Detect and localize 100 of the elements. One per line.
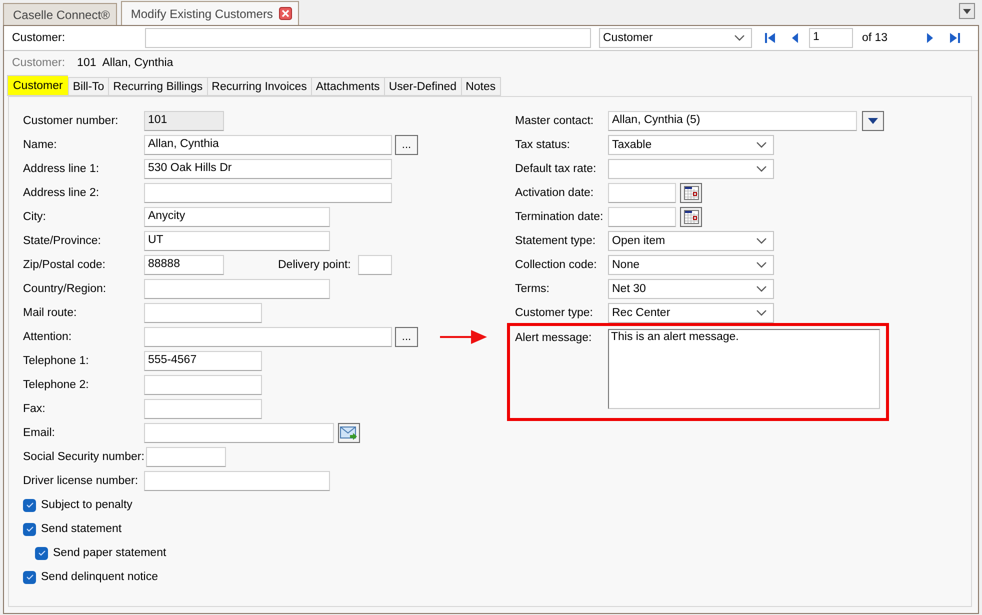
date-field[interactable] — [608, 207, 676, 227]
field-label: Customer number: — [23, 115, 120, 127]
chevron-down-icon — [734, 35, 745, 41]
first-record-icon[interactable] — [764, 32, 776, 44]
field-label: Name: — [23, 139, 58, 151]
search-field[interactable] — [145, 28, 591, 48]
alert-message-field[interactable]: This is an alert message. — [608, 329, 880, 409]
caret-down-icon — [963, 8, 971, 14]
readonly-field[interactable]: 101 — [144, 111, 224, 131]
text-field[interactable] — [358, 255, 392, 275]
envelope-icon — [340, 426, 358, 440]
field-label: Collection code: — [515, 259, 598, 271]
field-label: Telephone 2: — [23, 379, 90, 391]
dropdown[interactable]: Net 30 — [608, 279, 774, 299]
text-field[interactable]: 530 Oak Hills Dr — [144, 159, 392, 179]
field-label: Alert message: — [515, 331, 593, 346]
text-field[interactable] — [146, 447, 226, 467]
text-field[interactable] — [144, 327, 392, 347]
checkbox-label: Send statement — [41, 523, 122, 535]
arrow-icon — [440, 329, 487, 345]
field-label: Default tax rate: — [515, 163, 598, 175]
document-tab[interactable]: Caselle Connect® — [3, 3, 117, 25]
search-by-dropdown[interactable]: Customer — [599, 28, 752, 48]
field-label: Customer type: — [515, 307, 594, 319]
checkmark-icon — [26, 502, 34, 508]
tab[interactable]: Notes — [460, 77, 501, 96]
text-field[interactable]: 88888 — [144, 255, 224, 275]
customer-number: 101 — [77, 57, 96, 69]
lookup-button[interactable]: ... — [395, 135, 418, 155]
checkbox[interactable] — [23, 570, 36, 584]
checkbox[interactable] — [35, 546, 48, 560]
dropdown[interactable]: None — [608, 255, 774, 275]
menu-button[interactable] — [959, 3, 975, 19]
field-label: City: — [23, 211, 47, 223]
text-field[interactable]: Allan, Cynthia (5) — [608, 111, 857, 131]
tab[interactable]: Recurring Invoices — [206, 77, 311, 96]
chevron-down-icon — [756, 238, 767, 244]
field-label: Address line 1: — [23, 163, 100, 175]
text-field[interactable] — [144, 183, 392, 203]
tab[interactable]: User-Defined — [384, 77, 461, 96]
field-label: Termination date: — [515, 211, 604, 223]
field-label: Email: — [23, 427, 56, 439]
customer-name: Allan, Cynthia — [102, 57, 174, 69]
checkmark-icon — [26, 574, 34, 580]
text-field[interactable]: Anycity — [144, 207, 330, 227]
field-label: Terms: — [515, 283, 550, 295]
text-field[interactable] — [144, 303, 262, 323]
field-label: Statement type: — [515, 235, 597, 247]
text-field[interactable] — [144, 375, 262, 395]
field-label: Zip/Postal code: — [23, 259, 106, 271]
chevron-down-icon — [756, 310, 767, 316]
calendar-button[interactable] — [680, 183, 702, 203]
chevron-down-icon — [756, 142, 767, 148]
last-record-icon[interactable] — [949, 32, 961, 44]
field-label: Social Security number: — [23, 451, 146, 463]
calendar-icon — [684, 210, 698, 224]
dropdown-button[interactable] — [862, 111, 884, 131]
dropdown[interactable]: Open item — [608, 231, 774, 251]
tab[interactable]: Recurring Billings — [108, 77, 207, 96]
lookup-button[interactable]: ... — [395, 327, 418, 347]
dropdown[interactable]: Rec Center — [608, 303, 774, 323]
current-record-label: Customer: — [12, 57, 66, 69]
calendar-button[interactable] — [680, 207, 702, 227]
record-count: of 13 — [862, 32, 889, 44]
tab[interactable]: Bill-To — [68, 77, 108, 96]
text-field[interactable] — [144, 279, 330, 299]
caret-down-icon — [868, 118, 878, 124]
checkbox-label: Send paper statement — [53, 547, 166, 559]
field-label: Delivery point: — [278, 259, 352, 271]
field-label: Mail route: — [23, 307, 78, 319]
checkbox[interactable] — [23, 522, 36, 536]
checkmark-icon — [26, 526, 34, 532]
field-label: Activation date: — [515, 187, 595, 199]
chevron-down-icon — [756, 166, 767, 172]
field-label: Country/Region: — [23, 283, 108, 295]
text-field[interactable]: UT — [144, 231, 330, 251]
close-icon[interactable] — [278, 7, 292, 20]
dropdown[interactable]: Taxable — [608, 135, 774, 155]
field-label: Driver license number: — [23, 475, 140, 487]
checkbox[interactable] — [23, 498, 36, 512]
field-label: Fax: — [23, 403, 46, 415]
field-label: Master contact: — [515, 115, 595, 127]
field-label: Attention: — [23, 331, 73, 343]
chevron-down-icon — [756, 286, 767, 292]
field-label: Telephone 1: — [23, 355, 90, 367]
text-field[interactable]: 555-4567 — [144, 351, 262, 371]
checkmark-icon — [38, 550, 46, 556]
field-label: Tax status: — [515, 139, 571, 151]
text-field[interactable] — [144, 399, 262, 419]
text-field[interactable]: Allan, Cynthia — [144, 135, 392, 155]
document-tab[interactable]: Modify Existing Customers — [120, 1, 299, 25]
record-field[interactable]: 1 — [809, 28, 853, 48]
send-email-button[interactable] — [338, 423, 360, 443]
date-field[interactable] — [608, 183, 676, 203]
checkbox-label: Send delinquent notice — [41, 571, 158, 583]
tab[interactable]: Customer — [7, 75, 68, 96]
tab[interactable]: Attachments — [310, 77, 384, 96]
search-label: Customer: — [12, 32, 66, 44]
text-field[interactable] — [144, 423, 334, 443]
text-field[interactable] — [144, 471, 330, 491]
